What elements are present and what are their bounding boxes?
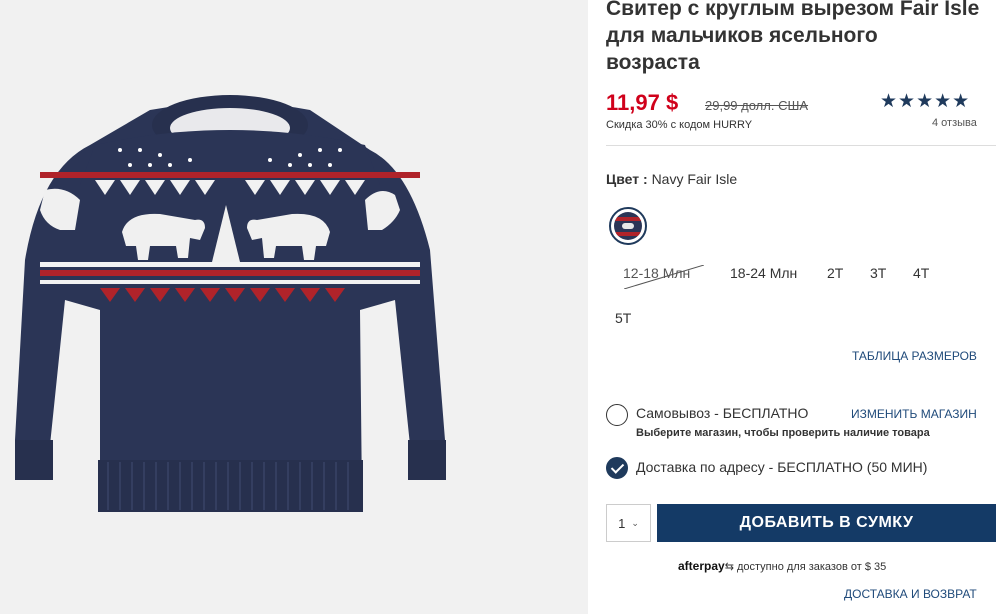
swatch-bear <box>622 223 634 229</box>
size-chart-link[interactable]: ТАБЛИЦА РАЗМЕРОВ <box>852 349 977 363</box>
product-details: Свитер с круглым вырезом Fair Isle для м… <box>606 0 996 614</box>
afterpay-logo: afterpay <box>678 559 725 573</box>
shipping-returns-link[interactable]: ДОСТАВКА И ВОЗВРАТ <box>844 587 977 601</box>
pickup-label: Самовывоз - БЕСПЛАТНО <box>636 405 809 421</box>
color-label: Цвет : <box>606 171 648 187</box>
sale-price: 11,97 $ <box>606 90 679 115</box>
title-line: Свитер с круглым вырезом Fair Isle <box>606 0 980 20</box>
color-swatch-navy-fair-isle[interactable] <box>609 207 647 245</box>
product-title: Свитер с круглым вырезом Fair Isle для м… <box>606 0 996 76</box>
pickup-radio[interactable] <box>606 404 628 426</box>
color-value: Navy Fair Isle <box>651 171 738 187</box>
swatch-pattern-icon <box>614 212 642 240</box>
size-option[interactable]: 12-18 Млн <box>623 265 690 281</box>
sweater-illustration <box>15 95 446 512</box>
ship-label: Доставка по адресу - БЕСПЛАТНО (50 МИН) <box>636 459 928 475</box>
chevron-down-icon: ⌄ <box>631 517 639 528</box>
swatch-band <box>614 217 642 221</box>
afterpay-row: afterpay⇆ доступно для заказов от $ 35 <box>678 559 886 573</box>
product-image[interactable] <box>0 0 588 614</box>
size-option[interactable]: 5T <box>615 310 631 326</box>
afterpay-arrow-icon: ⇆ <box>724 561 734 573</box>
color-row: Цвет : Navy Fair Isle <box>606 171 737 187</box>
reviews-link[interactable]: 4 отзыва <box>932 117 977 129</box>
promo-text: Скидка 30% с кодом HURRY <box>606 119 753 131</box>
add-to-bag-button[interactable]: ДОБАВИТЬ В СУМКУ <box>657 504 996 542</box>
ship-radio[interactable] <box>606 457 628 479</box>
original-price: 29,99 долл. США <box>705 98 809 113</box>
rating-stars-icon[interactable]: ★★★★★ <box>880 90 970 113</box>
price-row: 11,97 $ 29,99 долл. США ★★★★★ <box>606 90 996 116</box>
divider <box>606 145 996 146</box>
afterpay-text: доступно для заказов от $ 35 <box>736 561 887 573</box>
size-option[interactable]: 3T <box>870 265 886 281</box>
title-line: для мальчиков ясельного <box>606 24 878 47</box>
size-option[interactable]: 4T <box>913 265 929 281</box>
quantity-value: 1 <box>618 515 626 531</box>
quantity-select[interactable]: 1 ⌄ <box>606 504 651 542</box>
swatch-band <box>614 232 642 236</box>
size-option[interactable]: 18-24 Млн <box>730 265 797 281</box>
title-line: возраста <box>606 51 700 74</box>
pickup-note: Выберите магазин, чтобы проверить наличи… <box>636 427 930 439</box>
size-option[interactable]: 2T <box>827 265 843 281</box>
change-store-link[interactable]: ИЗМЕНИТЬ МАГАЗИН <box>851 407 977 421</box>
